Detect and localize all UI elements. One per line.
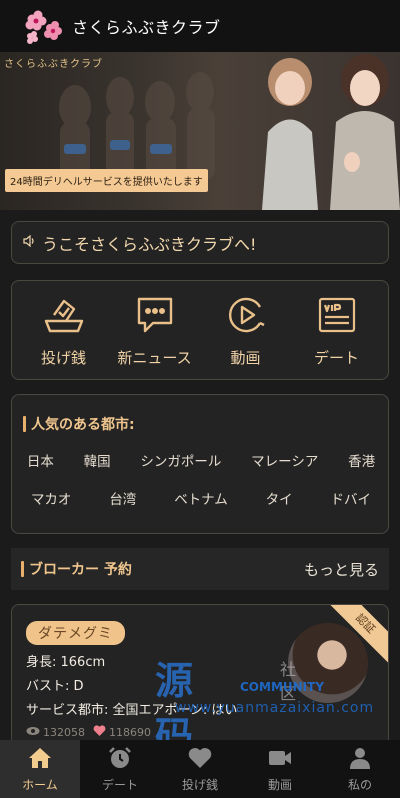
quick-label: デート (313, 348, 359, 367)
city-link-korea[interactable]: 韓国 (84, 450, 111, 470)
vip-ticket-icon (315, 293, 359, 341)
chat-bubble-icon (133, 293, 177, 341)
view-count: 132058 (43, 726, 85, 739)
tab-label: ホーム (22, 777, 58, 792)
city-link-singapore[interactable]: シンガポール (140, 450, 221, 470)
eye-icon (26, 726, 43, 739)
profile-stats: 132058 118690 (26, 725, 151, 740)
see-more-link[interactable]: もっと見る (304, 559, 379, 580)
avatar (288, 623, 368, 703)
city-link-japan[interactable]: 日本 (27, 450, 54, 470)
speaker-icon (22, 233, 36, 252)
city-link-thailand[interactable]: タイ (266, 488, 293, 508)
profile-name: ダテメグミ (26, 621, 125, 645)
city-link-vietnam[interactable]: ベトナム (174, 488, 228, 508)
tab-date[interactable]: デート (80, 740, 160, 798)
heart-icon (187, 746, 213, 774)
city-link-taiwan[interactable]: 台湾 (109, 488, 136, 508)
city-link-macau[interactable]: マカオ (31, 488, 72, 508)
tab-label: 私の (347, 777, 372, 792)
city-link-hongkong[interactable]: 香港 (348, 450, 375, 470)
bottom-tab-bar: ホーム デート 投げ銭 動画 私の (0, 740, 400, 798)
broker-title-text: ブローカー 予約 (29, 562, 132, 578)
profile-height: 身長: 166cm (26, 655, 106, 670)
popular-cities-title: 人気のある都市: (23, 414, 135, 434)
tab-home[interactable]: ホーム (0, 740, 80, 798)
app-title: さくらふぶきクラブ (72, 18, 221, 37)
banner-brand-text: さくらふぶきクラブ (4, 59, 103, 70)
tab-mine[interactable]: 私の (320, 740, 400, 798)
quick-item-date[interactable]: デート (297, 293, 377, 368)
city-row-2: マカオ 台湾 ベトナム タイ ドバイ (12, 488, 390, 508)
quick-label: 動画 (230, 348, 261, 367)
like-count: 118690 (109, 726, 151, 739)
tab-label: 投げ銭 (181, 777, 218, 792)
ballot-box-icon (42, 293, 86, 341)
top-bar: さくらふぶきクラブ (0, 0, 400, 52)
banner-caption: 24時間デリヘルサービスを提供いたします (5, 169, 208, 192)
city-link-dubai[interactable]: ドバイ (331, 488, 372, 508)
profile-bust: バスト: D (26, 679, 84, 694)
play-circle-icon (224, 293, 268, 341)
welcome-notice: うこそさくらふぶきクラブへ! (11, 221, 389, 264)
person-icon (347, 746, 373, 774)
city-row-1: 日本 韓国 シンガポール マレーシア 香港 (12, 450, 390, 470)
quick-menu: 投げ銭 新ニュース 動画 デート (11, 280, 389, 380)
popular-cities-panel: 人気のある都市: 日本 韓国 シンガポール マレーシア 香港 マカオ 台湾 ベト… (11, 394, 389, 534)
tab-video[interactable]: 動画 (240, 740, 320, 798)
notice-text: うこそさくらふぶきクラブへ! (42, 234, 257, 254)
popular-cities-title-text: 人気のある都市: (31, 417, 135, 433)
alarm-clock-icon (107, 746, 133, 774)
promo-banner[interactable]: さくらふぶきクラブ 24時間デリヘルサービスを提供いたします (0, 52, 400, 210)
sakura-logo-icon (20, 6, 66, 46)
quick-label: 投げ銭 (40, 348, 86, 367)
broker-title: ブローカー 予約 (21, 559, 132, 579)
home-icon (27, 746, 53, 774)
quick-item-news[interactable]: 新ニュース (115, 293, 195, 368)
profile-service-city: サービス都市: 全国エアポーン: はい (26, 703, 238, 718)
broker-section-header: ブローカー 予約 もっと見る (11, 548, 389, 590)
tab-label: 動画 (267, 777, 292, 792)
quick-label: 新ニュース (117, 348, 192, 367)
profile-card[interactable]: ダテメグミ 認証 身長: 166cm バスト: D サービス都市: 全国エアポー… (11, 604, 389, 754)
tab-label: デート (101, 777, 138, 792)
heart-icon (93, 725, 109, 740)
city-link-malaysia[interactable]: マレーシア (251, 450, 318, 470)
video-camera-icon (267, 746, 293, 774)
tab-tip[interactable]: 投げ銭 (160, 740, 240, 798)
quick-item-video[interactable]: 動画 (206, 293, 286, 368)
quick-item-tip[interactable]: 投げ銭 (24, 293, 104, 368)
